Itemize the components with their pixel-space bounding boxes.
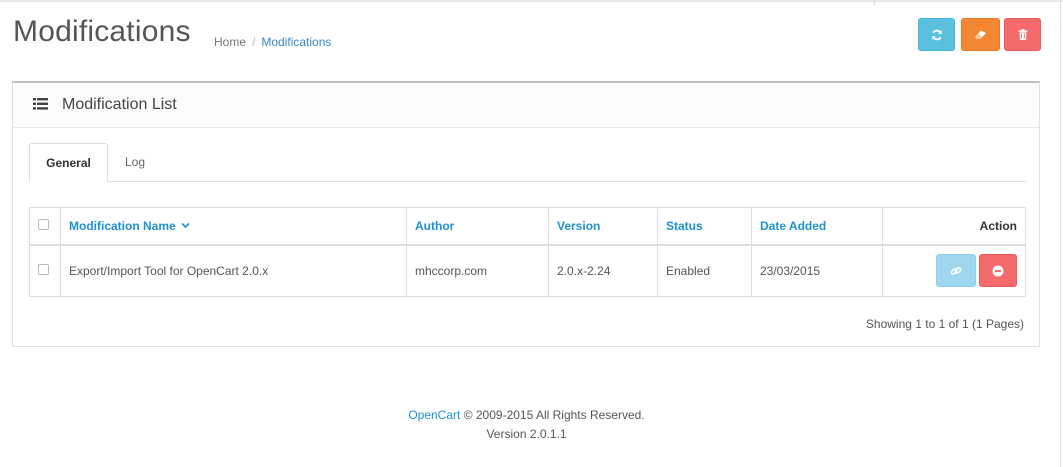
modification-panel: Modification List General Log Modificati… xyxy=(12,81,1040,347)
column-status: Status xyxy=(657,207,752,246)
tab-general[interactable]: General xyxy=(29,143,108,182)
uninstall-button[interactable] xyxy=(979,254,1017,288)
panel-title: Modification List xyxy=(62,96,177,113)
sort-status-link[interactable]: Status xyxy=(666,219,703,233)
column-date-added: Date Added xyxy=(751,207,883,246)
footer-version: Version 2.0.1.1 xyxy=(486,427,567,441)
breadcrumb-home[interactable]: Home xyxy=(214,35,246,49)
column-version: Version xyxy=(548,207,658,246)
row-date-added: 23/03/2015 xyxy=(751,244,883,297)
refresh-button[interactable] xyxy=(918,18,955,51)
breadcrumb-separator: / xyxy=(252,35,256,49)
list-icon xyxy=(33,98,48,110)
delete-button[interactable] xyxy=(1004,18,1041,51)
sort-name-link[interactable]: Modification Name xyxy=(69,219,190,233)
breadcrumb: Home / Modifications xyxy=(214,35,331,49)
link-button[interactable] xyxy=(936,254,976,288)
top-separator xyxy=(874,0,875,5)
top-border xyxy=(0,0,1063,2)
chevron-down-icon xyxy=(181,222,190,228)
minus-circle-icon xyxy=(992,265,1004,277)
breadcrumb-current[interactable]: Modifications xyxy=(261,35,331,49)
refresh-icon xyxy=(931,29,942,40)
footer-brand-link[interactable]: OpenCart xyxy=(408,408,460,422)
row-author: mhccorp.com xyxy=(406,244,549,297)
trash-icon xyxy=(1018,29,1027,40)
footer: OpenCart © 2009-2015 All Rights Reserved… xyxy=(0,406,1053,444)
footer-copyright: © 2009-2015 All Rights Reserved. xyxy=(463,408,645,422)
row-actions xyxy=(882,244,1026,297)
sort-date-link[interactable]: Date Added xyxy=(760,219,826,233)
row-checkbox[interactable] xyxy=(38,263,49,275)
page-title: Modifications xyxy=(13,15,191,48)
scroll-edge xyxy=(1060,0,1061,467)
row-version: 2.0.x-2.24 xyxy=(548,244,658,297)
row-select-cell xyxy=(29,244,61,297)
table-row: Export/Import Tool for OpenCart 2.0.x mh… xyxy=(29,244,1026,297)
sort-version-link[interactable]: Version xyxy=(557,219,600,233)
select-all-checkbox[interactable] xyxy=(38,218,49,230)
table-header-row: Modification Name Author Version Status … xyxy=(29,207,1026,246)
tab-log[interactable]: Log xyxy=(125,143,145,181)
tab-bar: General Log xyxy=(29,143,1026,182)
pagination-info: Showing 1 to 1 of 1 (1 Pages) xyxy=(865,317,1024,331)
column-action: Action xyxy=(882,207,1026,246)
column-name: Modification Name xyxy=(60,207,407,246)
link-icon xyxy=(950,266,962,275)
panel-heading: Modification List xyxy=(13,83,1039,128)
row-status: Enabled xyxy=(657,244,752,297)
modification-table: Modification Name Author Version Status … xyxy=(29,207,1026,297)
column-author: Author xyxy=(406,207,549,246)
eraser-icon xyxy=(975,30,986,39)
select-all-cell xyxy=(29,207,61,246)
sort-author-link[interactable]: Author xyxy=(415,219,454,233)
row-name: Export/Import Tool for OpenCart 2.0.x xyxy=(60,244,407,297)
clear-button[interactable] xyxy=(961,18,1000,51)
